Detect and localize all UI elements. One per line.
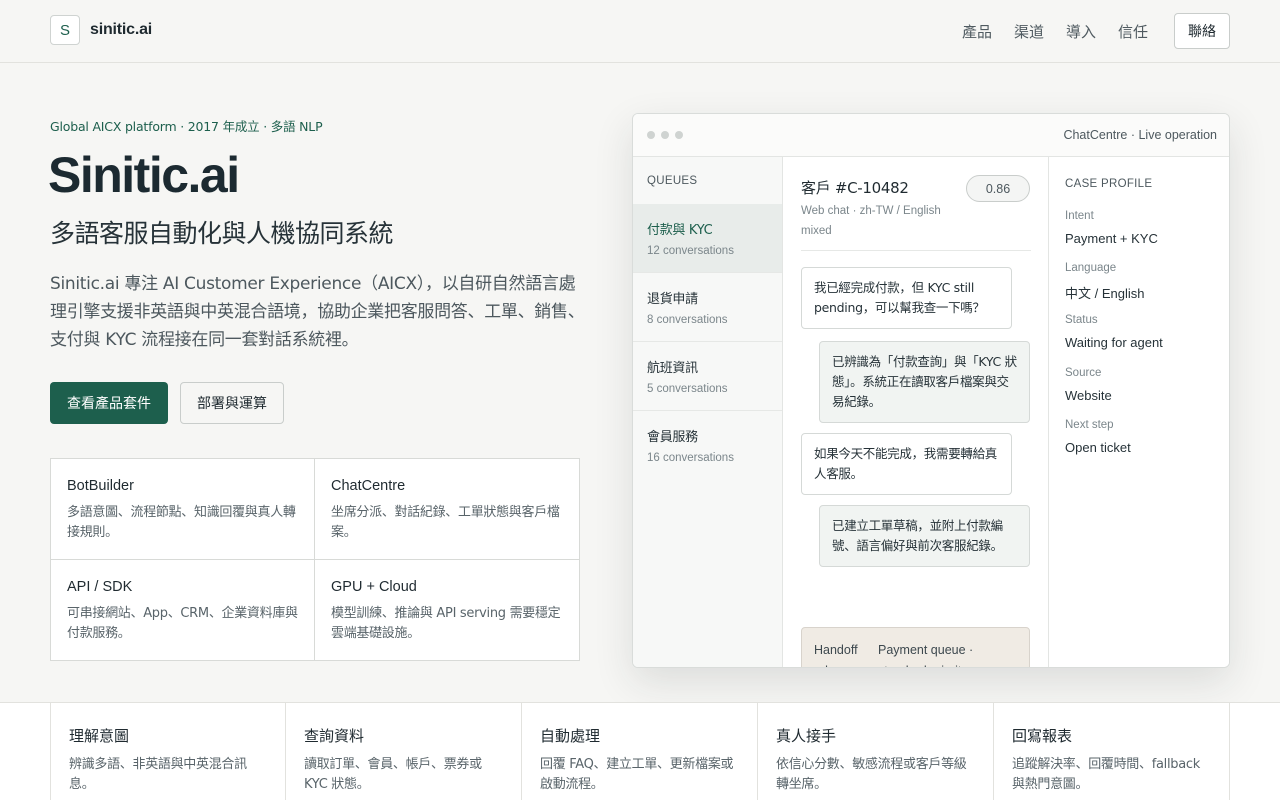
step-card: 回寫報表 追蹤解決率、回覆時間、fallback 與熱門意圖。 bbox=[993, 703, 1230, 800]
profile-label: Source bbox=[1065, 367, 1102, 379]
logo-mark[interactable]: S bbox=[50, 15, 80, 45]
queue-name: 付款與 KYC bbox=[647, 223, 713, 238]
step-title: 理解意圖 bbox=[69, 727, 130, 745]
case-profile-panel: CASE PROFILE Intent Payment + KYC Langua… bbox=[1049, 157, 1229, 667]
divider bbox=[801, 250, 1031, 251]
queue-count: 12 conversations bbox=[647, 245, 734, 257]
message-bot: 已建立工單草稿，並附上付款編號、語言偏好與前次客服紀錄。 bbox=[819, 505, 1030, 567]
workflow-steps: 理解意圖 辨識多語、非英語與中英混合訊息。 查詢資料 讀取訂單、會員、帳戶、票券… bbox=[0, 702, 1280, 800]
step-desc: 回覆 FAQ、建立工單、更新檔案或啟動流程。 bbox=[540, 757, 734, 792]
profile-value: Waiting for agent bbox=[1065, 335, 1163, 350]
profile-label: Next step bbox=[1065, 419, 1114, 431]
handoff-rule-card: Handoff rule Payment queue · standard pr… bbox=[801, 627, 1030, 667]
product-name: BotBuilder bbox=[67, 478, 134, 494]
main-nav: 產品 渠道 導入 信任 聯絡 bbox=[962, 13, 1230, 49]
queue-count: 8 conversations bbox=[647, 314, 728, 326]
step-desc: 追蹤解決率、回覆時間、fallback 與熱門意圖。 bbox=[1012, 757, 1200, 792]
product-card-chatcentre[interactable]: ChatCentre 坐席分派、對話紀錄、工單狀態與客戶檔案。 bbox=[315, 459, 580, 560]
queue-name: 航班資訊 bbox=[647, 361, 698, 376]
product-desc: 多語意圖、流程節點、知識回覆與真人轉接規則。 bbox=[67, 505, 296, 540]
case-profile-heading: CASE PROFILE bbox=[1065, 178, 1153, 190]
window-titlebar: ChatCentre · Live operation bbox=[633, 114, 1229, 157]
window-title: ChatCentre · Live operation bbox=[1063, 128, 1217, 142]
product-card-gpu-cloud[interactable]: GPU + Cloud 模型訓練、推論與 API serving 需要穩定雲端基… bbox=[315, 560, 580, 661]
nav-channels[interactable]: 渠道 bbox=[1014, 21, 1044, 42]
product-name: GPU + Cloud bbox=[331, 579, 417, 595]
queue-count: 5 conversations bbox=[647, 383, 728, 395]
hero-eyebrow: Global AICX platform · 2017 年成立 · 多語 NLP bbox=[50, 119, 323, 134]
product-name: API / SDK bbox=[67, 579, 133, 595]
step-title: 自動處理 bbox=[540, 727, 601, 745]
handoff-value: Payment queue · standard priority bbox=[878, 643, 974, 667]
handoff-label: Handoff rule bbox=[814, 643, 858, 667]
chatcentre-window: ChatCentre · Live operation QUEUES 付款與 K… bbox=[632, 113, 1230, 668]
view-products-button[interactable]: 查看產品套件 bbox=[50, 382, 168, 424]
queue-name: 退貨申請 bbox=[647, 292, 698, 307]
queue-item-returns[interactable]: 退貨申請 8 conversations bbox=[633, 273, 782, 342]
hero-description: Sinitic.ai 專注 AI Customer Experience（AIC… bbox=[50, 274, 585, 350]
product-desc: 模型訓練、推論與 API serving 需要穩定雲端基礎設施。 bbox=[331, 606, 561, 641]
step-card: 查詢資料 讀取訂單、會員、帳戶、票券或 KYC 狀態。 bbox=[285, 703, 521, 800]
message-user: 我已經完成付款，但 KYC still pending，可以幫我查一下嗎？ bbox=[801, 267, 1012, 329]
product-card-botbuilder[interactable]: BotBuilder 多語意圖、流程節點、知識回覆與真人轉接規則。 bbox=[51, 459, 315, 560]
profile-label: Language bbox=[1065, 262, 1117, 274]
conversation-panel: 客戶 #C-10482 Web chat · zh-TW / English m… bbox=[783, 157, 1049, 667]
step-desc: 依信心分數、敏感流程或客戶等級轉坐席。 bbox=[776, 757, 967, 792]
hero-title: Sinitic.ai bbox=[48, 147, 240, 203]
nav-products[interactable]: 產品 bbox=[962, 21, 992, 42]
profile-value: Open ticket bbox=[1065, 440, 1131, 455]
contact-button[interactable]: 聯絡 bbox=[1174, 13, 1230, 49]
message-user: 如果今天不能完成，我需要轉給真人客服。 bbox=[801, 433, 1012, 495]
nav-trust[interactable]: 信任 bbox=[1118, 21, 1148, 42]
customer-meta: Web chat · zh-TW / English mixed bbox=[801, 205, 941, 237]
step-title: 回寫報表 bbox=[1012, 727, 1073, 745]
queue-item-membership[interactable]: 會員服務 16 conversations bbox=[633, 411, 782, 480]
window-dot-icon bbox=[661, 131, 669, 139]
queue-name: 會員服務 bbox=[647, 430, 698, 445]
confidence-score-badge: 0.86 bbox=[966, 175, 1030, 202]
deployment-button[interactable]: 部署與運算 bbox=[180, 382, 284, 424]
queue-count: 16 conversations bbox=[647, 452, 734, 464]
brand-name[interactable]: sinitic.ai bbox=[90, 21, 152, 39]
step-title: 查詢資料 bbox=[304, 727, 365, 745]
top-navbar: S sinitic.ai 產品 渠道 導入 信任 聯絡 bbox=[0, 0, 1280, 63]
queue-item-payment-kyc[interactable]: 付款與 KYC 12 conversations bbox=[633, 204, 782, 273]
step-card: 自動處理 回覆 FAQ、建立工單、更新檔案或啟動流程。 bbox=[521, 703, 757, 800]
customer-id: 客戶 #C-10482 bbox=[801, 179, 909, 197]
step-card: 真人接手 依信心分數、敏感流程或客戶等級轉坐席。 bbox=[757, 703, 993, 800]
step-title: 真人接手 bbox=[776, 727, 837, 745]
profile-label: Intent bbox=[1065, 210, 1094, 222]
step-card: 理解意圖 辨識多語、非英語與中英混合訊息。 bbox=[50, 703, 286, 800]
hero-subtitle: 多語客服自動化與人機協同系統 bbox=[50, 219, 394, 248]
profile-value: Website bbox=[1065, 388, 1112, 403]
window-dot-icon bbox=[675, 131, 683, 139]
step-desc: 讀取訂單、會員、帳戶、票券或 KYC 狀態。 bbox=[304, 757, 482, 792]
message-bot: 已辨識為「付款查詢」與「KYC 狀態」。系統正在讀取客戶檔案與交易紀錄。 bbox=[819, 341, 1030, 423]
product-desc: 可串接網站、App、CRM、企業資料庫與付款服務。 bbox=[67, 606, 298, 641]
product-name: ChatCentre bbox=[331, 478, 406, 494]
product-desc: 坐席分派、對話紀錄、工單狀態與客戶檔案。 bbox=[331, 505, 560, 540]
profile-value: Payment + KYC bbox=[1065, 231, 1158, 246]
window-dot-icon bbox=[647, 131, 655, 139]
step-desc: 辨識多語、非英語與中英混合訊息。 bbox=[69, 757, 247, 792]
nav-onboarding[interactable]: 導入 bbox=[1066, 21, 1096, 42]
queues-heading: QUEUES bbox=[647, 175, 698, 187]
queue-item-flights[interactable]: 航班資訊 5 conversations bbox=[633, 342, 782, 411]
product-card-api-sdk[interactable]: API / SDK 可串接網站、App、CRM、企業資料庫與付款服務。 bbox=[51, 560, 315, 661]
profile-label: Status bbox=[1065, 314, 1098, 326]
profile-value: 中文 / English bbox=[1065, 286, 1145, 301]
queues-panel: QUEUES 付款與 KYC 12 conversations 退貨申請 8 c… bbox=[633, 157, 783, 667]
product-grid: BotBuilder 多語意圖、流程節點、知識回覆與真人轉接規則。 ChatCe… bbox=[50, 458, 580, 661]
